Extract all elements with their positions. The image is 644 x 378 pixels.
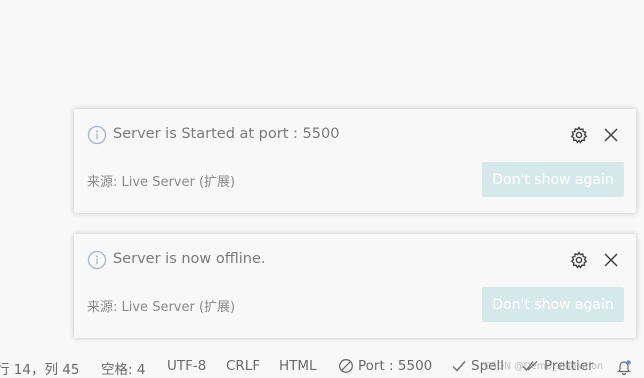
status-bar: 行 14，列 45 空格: 4 UTF-8 CRLF HTML Port : 5… bbox=[0, 356, 644, 378]
notification-toast-server-offline: Server is now offline. 来源: Live Server (… bbox=[74, 234, 636, 338]
watermark: CSDN @Demo_xiaolation bbox=[484, 361, 604, 372]
dont-show-again-button[interactable]: Don't show again bbox=[482, 162, 624, 197]
check-icon bbox=[452, 361, 466, 372]
cursor-position[interactable]: 行 14，列 45 bbox=[0, 358, 79, 378]
close-icon[interactable] bbox=[602, 126, 620, 144]
notification-message: Server is now offline. bbox=[113, 251, 266, 267]
indentation[interactable]: 空格: 4 bbox=[101, 358, 145, 378]
language-mode[interactable]: HTML bbox=[279, 358, 317, 374]
notification-bell-icon[interactable] bbox=[616, 359, 632, 375]
notification-message: Server is Started at port : 5500 bbox=[113, 126, 340, 142]
end-of-line[interactable]: CRLF bbox=[226, 358, 260, 374]
dont-show-again-button[interactable]: Don't show again bbox=[482, 287, 624, 322]
gear-icon[interactable] bbox=[569, 125, 589, 145]
live-server-port: Port : 5500 bbox=[358, 358, 433, 374]
notification-source: 来源: Live Server (扩展) bbox=[87, 175, 236, 190]
info-icon bbox=[87, 250, 107, 270]
live-server-status[interactable]: Port : 5500 bbox=[338, 358, 432, 374]
close-icon[interactable] bbox=[602, 251, 620, 269]
info-icon bbox=[87, 125, 107, 145]
notification-source: 来源: Live Server (扩展) bbox=[87, 300, 236, 315]
encoding[interactable]: UTF-8 bbox=[167, 358, 206, 374]
gear-icon[interactable] bbox=[569, 250, 589, 270]
notification-toast-server-started: Server is Started at port : 5500 来源: Liv… bbox=[74, 109, 636, 213]
circle-slash-icon bbox=[339, 359, 353, 373]
